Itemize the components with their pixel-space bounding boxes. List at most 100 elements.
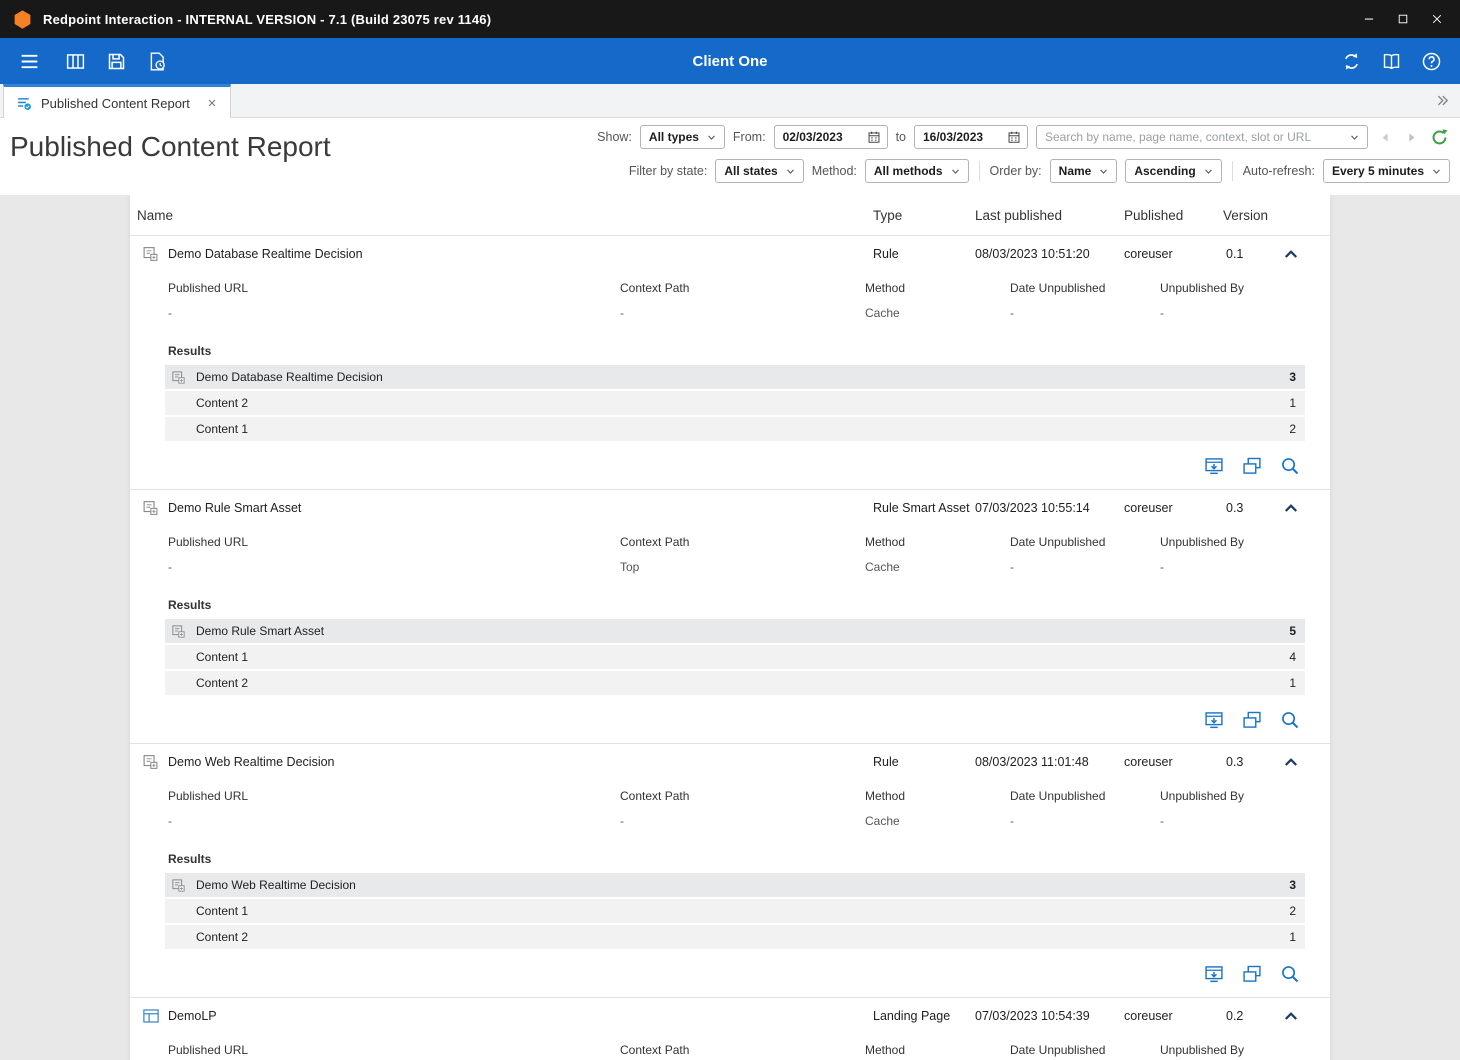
orderby-label: Order by: (990, 164, 1042, 178)
entry-type: Rule Smart Asset (873, 501, 970, 515)
calendar-icon[interactable] (867, 130, 881, 144)
collapse-chevron-icon[interactable] (1282, 245, 1300, 263)
entry-last-published: 07/03/2023 10:55:14 (975, 501, 1090, 515)
refresh-button[interactable] (1428, 126, 1450, 148)
result-name: Demo Database Realtime Decision (196, 370, 383, 384)
detail-label-date-unpublished: Date Unpublished (1010, 281, 1105, 295)
collapse-chevron-icon[interactable] (1282, 499, 1300, 517)
published-report-button[interactable] (140, 44, 174, 78)
inspect-button[interactable] (1280, 964, 1300, 984)
results-list: Demo Web Realtime Decision 3 Content 1 2… (165, 873, 1305, 949)
detail-label-unpublished-by: Unpublished By (1160, 1043, 1244, 1057)
calendar-icon[interactable] (1007, 130, 1021, 144)
method-select[interactable]: All methods (865, 159, 969, 183)
show-select[interactable]: All types (640, 125, 725, 149)
result-row: Content 1 2 (165, 417, 1305, 441)
entry-header-row[interactable]: Demo Web Realtime Decision Rule 08/03/20… (130, 744, 1330, 780)
result-name: Content 1 (196, 422, 248, 436)
minimize-button[interactable] (1352, 4, 1386, 34)
collapse-chevron-icon[interactable] (1282, 753, 1300, 771)
from-date-input[interactable]: 02/03/2023 (774, 125, 888, 149)
detail-value-date-unpublished: - (1010, 560, 1105, 574)
inspect-button[interactable] (1280, 456, 1300, 476)
search-options-chevron-icon[interactable] (1349, 132, 1360, 143)
show-select-value: All types (649, 130, 699, 144)
maximize-button[interactable] (1386, 4, 1420, 34)
detail-label-context-path: Context Path (620, 789, 689, 803)
column-version: Version (1223, 208, 1268, 223)
detail-label-date-unpublished: Date Unpublished (1010, 789, 1105, 803)
unpublish-icon (1204, 710, 1224, 730)
divider (979, 161, 980, 181)
detail-label-published-url: Published URL (168, 535, 248, 549)
unpublish-button[interactable] (1204, 456, 1224, 476)
state-select-value: All states (724, 164, 777, 178)
minimize-icon (1362, 12, 1376, 26)
autorefresh-select-value: Every 5 minutes (1332, 164, 1424, 178)
detail-label-published-url: Published URL (168, 281, 248, 295)
result-count: 2 (1289, 422, 1296, 436)
entry-header-row[interactable]: Demo Rule Smart Asset Rule Smart Asset 0… (130, 490, 1330, 526)
to-date-input[interactable]: 16/03/2023 (914, 125, 1028, 149)
landing-page-icon (142, 1007, 160, 1025)
autorefresh-select[interactable]: Every 5 minutes (1323, 159, 1450, 183)
from-date-value: 02/03/2023 (783, 130, 843, 144)
inspect-button[interactable] (1280, 710, 1300, 730)
collapse-chevron-icon[interactable] (1282, 1007, 1300, 1025)
method-select-value: All methods (874, 164, 943, 178)
next-page-button[interactable] (1402, 128, 1420, 146)
entry-name: Demo Rule Smart Asset (168, 501, 301, 515)
content-boards-button[interactable] (58, 44, 92, 78)
results-label: Results (168, 344, 1330, 358)
documentation-button[interactable] (1374, 44, 1408, 78)
result-row: Content 1 2 (165, 899, 1305, 923)
entry-header-row[interactable]: DemoLP Landing Page 07/03/2023 10:54:39 … (130, 998, 1330, 1034)
document-clock-icon (147, 51, 168, 72)
sync-icon (1341, 51, 1362, 72)
entry-last-published: 08/03/2023 11:01:48 (975, 755, 1089, 769)
unpublish-button[interactable] (1204, 710, 1224, 730)
tab-overflow-button[interactable] (1435, 93, 1450, 108)
tab-published-content-report[interactable]: Published Content Report (3, 84, 231, 119)
appbar-left-actions (58, 44, 174, 78)
result-count: 2 (1289, 904, 1296, 918)
result-row: Content 2 1 (165, 925, 1305, 949)
detail-value-published-url: - (168, 560, 248, 574)
copy-button[interactable] (1242, 456, 1262, 476)
direction-select[interactable]: Ascending (1125, 159, 1221, 183)
detail-label-method: Method (865, 1043, 905, 1057)
result-name: Content 2 (196, 930, 248, 944)
tab-bar: Published Content Report (0, 84, 1460, 118)
sync-button[interactable] (1334, 44, 1368, 78)
save-button[interactable] (99, 44, 133, 78)
unpublish-button[interactable] (1204, 964, 1224, 984)
client-name: Client One (692, 53, 767, 70)
magnifier-icon (1280, 456, 1300, 476)
result-count: 1 (1289, 676, 1296, 690)
detail-label-context-path: Context Path (620, 535, 689, 549)
copy-button[interactable] (1242, 964, 1262, 984)
rule-icon (142, 246, 159, 263)
main-menu-button[interactable] (12, 44, 46, 78)
detail-value-method: Cache (865, 560, 905, 574)
prev-page-button[interactable] (1376, 128, 1394, 146)
rule-icon (171, 878, 186, 893)
page-header: Published Content Report Show: All types… (0, 118, 1460, 195)
copy-button[interactable] (1242, 710, 1262, 730)
entry-details: Published URL Context Path Method Date U… (130, 1034, 1330, 1060)
detail-value-unpublished-by: - (1160, 306, 1244, 320)
search-input[interactable] (1045, 130, 1345, 144)
help-button[interactable] (1414, 44, 1448, 78)
detail-value-unpublished-by: - (1160, 814, 1244, 828)
unpublish-icon (1204, 964, 1224, 984)
close-window-button[interactable] (1420, 4, 1454, 34)
report-entry: Demo Rule Smart Asset Rule Smart Asset 0… (130, 489, 1330, 743)
state-select[interactable]: All states (715, 159, 803, 183)
close-tab-icon[interactable] (206, 97, 218, 109)
detail-value-unpublished-by: - (1160, 560, 1244, 574)
entry-type: Rule (873, 755, 899, 769)
detail-label-date-unpublished: Date Unpublished (1010, 535, 1105, 549)
entry-header-row[interactable]: Demo Database Realtime Decision Rule 08/… (130, 236, 1330, 272)
entry-version: 0.3 (1226, 755, 1243, 769)
orderby-select[interactable]: Name (1050, 159, 1118, 183)
